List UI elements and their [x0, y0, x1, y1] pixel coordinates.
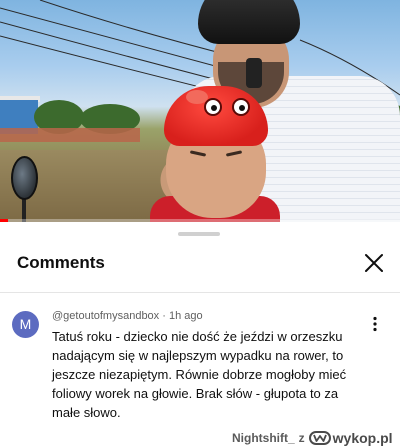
more-options-button[interactable]: [366, 315, 384, 333]
comment-text: Tatuś roku - dziecko nie dość że jeździ …: [52, 329, 347, 420]
watermark-user: Nightshift_: [232, 431, 295, 445]
video-progress-fill: [0, 219, 8, 222]
wykop-logo-icon: [308, 431, 331, 445]
comments-title: Comments: [17, 253, 105, 272]
helmet-eye: [232, 98, 250, 116]
comment-author[interactable]: @getoutofmysandbox: [52, 310, 159, 322]
comments-panel: Comments M @getoutofmysandbox · 1h ago T…: [0, 222, 400, 448]
comment-time: 1h ago: [168, 310, 203, 322]
watermark: Nightshift_ z wykop.pl: [232, 430, 393, 446]
comment-meta: @getoutofmysandbox · 1h ago: [52, 310, 203, 322]
scooter-mirror: [11, 156, 38, 200]
watermark-connector: z: [298, 431, 305, 445]
more-vertical-icon: [373, 316, 377, 332]
watermark-site: wykop.pl: [332, 430, 393, 446]
helmet-eye: [204, 98, 222, 116]
meta-separator: ·: [162, 310, 166, 322]
wykop-logo: wykop.pl: [308, 430, 393, 446]
man-helmet: [198, 0, 300, 44]
video-player[interactable]: [0, 0, 400, 222]
close-icon: [365, 254, 383, 272]
brick-wall: [0, 128, 140, 142]
drag-handle[interactable]: [178, 232, 220, 236]
helmet-strap: [246, 58, 262, 88]
divider: [0, 292, 400, 293]
close-button[interactable]: [360, 249, 388, 277]
avatar[interactable]: M: [12, 311, 39, 338]
